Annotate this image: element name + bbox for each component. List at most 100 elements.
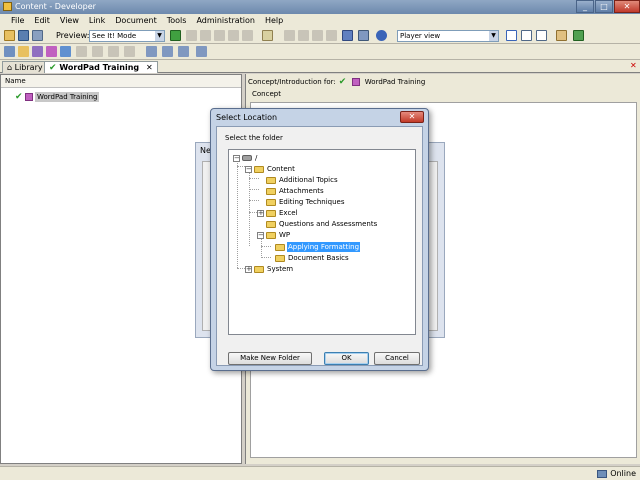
check-icon: ✔ xyxy=(338,77,347,87)
layout-horizontal-icon[interactable] xyxy=(521,30,532,41)
close-pane-icon[interactable]: ✕ xyxy=(630,62,638,70)
window-controls: _ □ ✕ xyxy=(575,0,640,14)
package-icon[interactable] xyxy=(92,46,103,57)
tree-node-root[interactable]: − / xyxy=(233,153,258,163)
tree-node-excel[interactable]: + Excel xyxy=(257,208,299,218)
close-window-button[interactable]: ✕ xyxy=(614,0,640,13)
copy-icon[interactable] xyxy=(200,30,211,41)
open-icon[interactable] xyxy=(4,30,15,41)
menu-help[interactable]: Help xyxy=(260,14,288,28)
insert-link-icon[interactable] xyxy=(146,46,157,57)
redo-icon[interactable] xyxy=(298,30,309,41)
check-icon: ✔ xyxy=(15,92,23,102)
cut-icon[interactable] xyxy=(186,30,197,41)
collapse-icon[interactable]: − xyxy=(257,231,264,239)
delete-icon[interactable] xyxy=(228,30,239,41)
print-icon[interactable] xyxy=(32,30,43,41)
publish-icon[interactable] xyxy=(556,30,567,41)
tab-library-label: Library xyxy=(14,63,43,72)
tree-node-label: WP xyxy=(279,231,291,239)
tree-node-content[interactable]: − Content xyxy=(245,164,296,174)
tree-node-editing-techniques[interactable]: Editing Techniques xyxy=(266,197,346,207)
web-page-icon[interactable] xyxy=(76,46,87,57)
maximize-button[interactable]: □ xyxy=(595,0,613,13)
name-column-header[interactable]: Name xyxy=(1,75,241,88)
new-folder-icon[interactable] xyxy=(18,46,29,57)
concept-title-prefix: Concept/Introduction for: xyxy=(248,78,336,86)
chevron-down-icon[interactable]: ▼ xyxy=(155,31,164,41)
menu-view[interactable]: View xyxy=(55,14,84,28)
toolbar: Preview: See It! Mode ▼ Player view ▼ xyxy=(0,28,640,44)
find-icon[interactable] xyxy=(262,30,273,41)
window-title: Content - Developer xyxy=(15,2,96,11)
tree-node-label: / xyxy=(255,154,258,162)
ok-button[interactable]: OK xyxy=(324,352,369,365)
tab-wordpad-training[interactable]: ✔ WordPad Training ✕ xyxy=(44,61,158,73)
title-bar: Content - Developer _ □ ✕ xyxy=(0,0,640,14)
tab-library[interactable]: ⌂ Library xyxy=(2,61,48,73)
menu-tools[interactable]: Tools xyxy=(162,14,192,28)
paste-icon[interactable] xyxy=(214,30,225,41)
refresh-icon[interactable] xyxy=(573,30,584,41)
concept-pane-title: Concept/Introduction for: ✔ WordPad Trai… xyxy=(248,77,425,87)
properties-icon[interactable] xyxy=(242,30,253,41)
undo-icon[interactable] xyxy=(284,30,295,41)
document-icon xyxy=(351,78,360,86)
dialog-title: Select Location xyxy=(216,113,278,122)
binoculars-icon[interactable] xyxy=(342,30,353,41)
expand-icon[interactable]: + xyxy=(245,265,252,273)
tree-node-additional-topics[interactable]: Additional Topics xyxy=(266,175,339,185)
tree-node-document-basics[interactable]: Document Basics xyxy=(275,253,350,263)
minimize-button[interactable]: _ xyxy=(576,0,594,13)
break-link-icon[interactable] xyxy=(162,46,173,57)
goto-link-icon[interactable] xyxy=(178,46,189,57)
open-folder-icon xyxy=(266,231,276,239)
tab-close-icon[interactable]: ✕ xyxy=(146,63,153,72)
help-icon[interactable] xyxy=(376,30,387,41)
tree-node-attachments[interactable]: Attachments xyxy=(266,186,325,196)
tree-guide xyxy=(249,200,259,201)
tree-node-wp[interactable]: − WP xyxy=(257,230,291,240)
menu-file[interactable]: File xyxy=(6,14,29,28)
collapse-icon[interactable]: − xyxy=(233,154,240,162)
move-up-icon[interactable] xyxy=(108,46,119,57)
expand-icon[interactable]: + xyxy=(257,209,264,217)
cancel-button[interactable]: Cancel xyxy=(374,352,420,365)
folder-icon xyxy=(275,254,285,262)
folder-tree[interactable]: − / − Content Additional Topics Attachme… xyxy=(228,149,416,335)
preview-mode-select[interactable]: See It! Mode ▼ xyxy=(89,30,165,42)
menu-edit[interactable]: Edit xyxy=(29,14,55,28)
menu-link[interactable]: Link xyxy=(84,14,110,28)
related-icon[interactable] xyxy=(196,46,207,57)
player-view-select[interactable]: Player view ▼ xyxy=(397,30,499,42)
concept-label: Concept xyxy=(252,90,281,98)
spellcheck-icon[interactable] xyxy=(358,30,369,41)
open-folder-icon xyxy=(275,243,285,251)
make-new-folder-button[interactable]: Make New Folder xyxy=(228,352,312,365)
collapse-icon[interactable]: − xyxy=(245,165,252,173)
move-down-icon[interactable] xyxy=(124,46,135,57)
module-icon[interactable] xyxy=(46,46,57,57)
layout-vertical-icon[interactable] xyxy=(536,30,547,41)
tree-guide xyxy=(261,257,271,258)
menu-administration[interactable]: Administration xyxy=(191,14,260,28)
folder-icon xyxy=(266,198,276,206)
tree-node-questions-and-assessments[interactable]: Questions and Assessments xyxy=(266,219,378,229)
menu-document[interactable]: Document xyxy=(110,14,161,28)
tree-node-applying-formatting[interactable]: Applying Formatting xyxy=(275,242,361,252)
preview-mode-value: See It! Mode xyxy=(92,32,137,40)
go-icon[interactable] xyxy=(170,30,181,41)
question-icon[interactable] xyxy=(60,46,71,57)
dialog-close-button[interactable]: ✕ xyxy=(400,111,424,123)
remove-icon[interactable] xyxy=(326,30,337,41)
tree-node-label-selected: Applying Formatting xyxy=(287,242,361,252)
chevron-down-icon[interactable]: ▼ xyxy=(489,31,498,41)
layout-single-icon[interactable] xyxy=(506,30,517,41)
outline-icon[interactable] xyxy=(32,46,43,57)
toolbar-secondary xyxy=(0,44,640,60)
insert-icon[interactable] xyxy=(312,30,323,41)
save-icon[interactable] xyxy=(18,30,29,41)
new-document-icon[interactable] xyxy=(4,46,15,57)
outline-root-item[interactable]: ✔ WordPad Training xyxy=(15,92,100,102)
tree-node-system[interactable]: + System xyxy=(245,264,294,274)
